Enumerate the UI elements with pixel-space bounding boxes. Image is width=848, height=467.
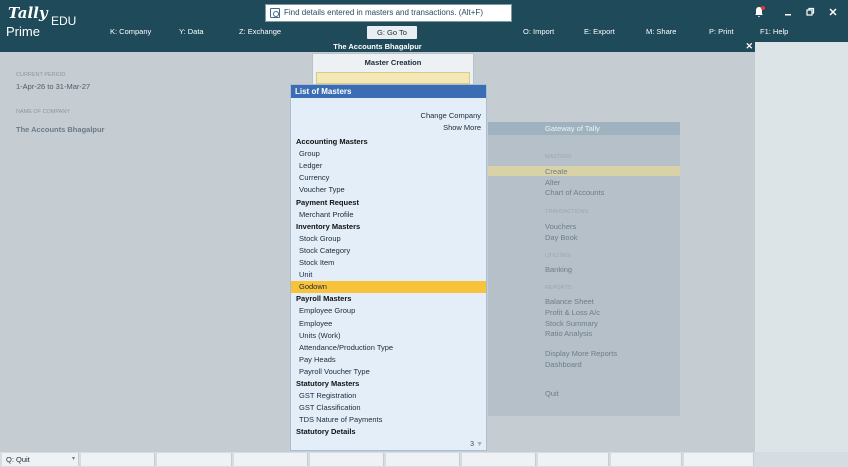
menu-import[interactable]: O: Import [523,27,554,36]
gateway-title: Gateway of Tally [488,122,680,135]
list-of-masters-popup: List of Masters Change Company Show More… [290,84,487,451]
close-icon[interactable] [826,6,840,20]
gateway-highlight [488,166,680,176]
gateway-dashboard[interactable]: Dashboard [545,360,582,369]
gateway-masters-caption: MASTERS [545,154,572,160]
gateway-banking[interactable]: Banking [545,265,572,274]
gateway-of-tally-panel: Gateway of Tally MASTERS Create Alter Ch… [488,122,680,416]
master-creation-title: Master Creation [364,58,422,67]
bottom-bar: Q: Quit ▾ [0,452,848,467]
master-item-stock-category[interactable]: Stock Category [291,245,486,257]
gateway-utilities-caption: UTILITIES [545,253,571,259]
company-title: The Accounts Bhagalpur [333,42,422,51]
scroll-down-icon[interactable]: ▼ [476,441,483,448]
chevron-down-icon: ▾ [71,456,75,462]
master-item-currency[interactable]: Currency [291,172,486,184]
bottom-slot-6 [386,453,460,466]
bottom-slot-7 [462,453,536,466]
gateway-stock-summary[interactable]: Stock Summary [545,319,598,328]
master-item-merchant-profile[interactable]: Merchant Profile [291,209,486,221]
current-period-caption: CURRENT PERIOD [16,72,66,78]
master-item-employee-group[interactable]: Employee Group [291,305,486,317]
menu-goto[interactable]: G: Go To [367,26,417,39]
master-item-stock-item[interactable]: Stock Item [291,257,486,269]
bottom-slot-5 [310,453,384,466]
section-heading-payment-request: Payment Request [296,197,359,207]
gateway-reports-caption: REPORTS [545,285,572,291]
gateway-profit-loss[interactable]: Profit & Loss A/c [545,308,600,317]
master-item-employee[interactable]: Employee [291,318,486,330]
bottom-slot-2 [81,453,155,466]
menu-print[interactable]: P: Print [709,27,734,36]
close-screen-icon[interactable]: ✕ [745,41,753,51]
menu-export[interactable]: E: Export [584,27,615,36]
bell-icon[interactable] [752,6,766,20]
menu-bar: K: Company Y: Data Z: Exchange G: Go To … [0,25,848,41]
master-item-pay-heads[interactable]: Pay Heads [291,354,486,366]
menu-help[interactable]: F1: Help [760,27,788,36]
search-placeholder: Find details entered in masters and tran… [284,8,483,17]
gateway-balance-sheet[interactable]: Balance Sheet [545,297,594,306]
master-item-group[interactable]: Group [291,148,486,160]
menu-company[interactable]: K: Company [110,27,151,36]
quit-label: Q: Quit [6,455,30,464]
gateway-ratio-analysis[interactable]: Ratio Analysis [545,329,592,338]
bottom-slot-9 [611,453,682,466]
gateway-create[interactable]: Create [545,167,568,176]
gateway-transactions-caption: TRANSACTIONS [545,209,589,215]
bottom-slot-8 [538,453,609,466]
master-item-stock-group[interactable]: Stock Group [291,233,486,245]
gateway-chart-of-accounts[interactable]: Chart of Accounts [545,188,604,197]
master-creation-field[interactable] [316,72,470,84]
bottom-slot-4 [234,453,308,466]
gateway-display-more-reports[interactable]: Display More Reports [545,349,617,358]
bottom-slot-3 [157,453,232,466]
search-input[interactable]: Find details entered in masters and tran… [265,4,512,22]
search-icon [270,8,280,18]
menu-data[interactable]: Y: Data [179,27,204,36]
master-item-units-work[interactable]: Units (Work) [291,330,486,342]
section-heading-inventory-masters: Inventory Masters [296,221,361,231]
master-item-voucher-type[interactable]: Voucher Type [291,184,486,196]
section-heading-payroll-masters: Payroll Masters [296,294,352,304]
section-heading-accounting-masters: Accounting Masters [296,137,368,146]
list-of-masters-title: List of Masters [291,85,486,98]
page-indicator: 3 ▼ [470,441,483,448]
gateway-quit[interactable]: Quit [545,389,559,398]
master-item-gst-classification[interactable]: GST Classification [291,402,486,414]
section-heading-statutory-details: Statutory Details [296,427,356,437]
gateway-day-book[interactable]: Day Book [545,233,578,242]
show-more-option[interactable]: Show More [291,122,486,134]
master-item-godown[interactable]: Godown [291,281,486,294]
current-period: 1-Apr-26 to 31-Mar-27 [16,82,91,91]
brand-tally: Tally [8,4,48,22]
page-number: 3 [470,441,475,448]
master-item-tds-nature-of-payments[interactable]: TDS Nature of Payments [291,414,486,426]
gateway-vouchers[interactable]: Vouchers [545,222,576,231]
company-title-bar: The Accounts Bhagalpur ✕ [0,41,755,52]
company-name[interactable]: The Accounts Bhagalpur [16,125,104,134]
menu-exchange[interactable]: Z: Exchange [239,27,281,36]
change-company-option[interactable]: Change Company [291,110,486,122]
menu-share[interactable]: M: Share [646,27,676,36]
right-button-panel [755,42,848,452]
quit-button[interactable]: Q: Quit ▾ [2,453,79,466]
restore-icon[interactable] [803,6,817,20]
master-item-gst-registration[interactable]: GST Registration [291,390,486,402]
master-item-payroll-voucher-type[interactable]: Payroll Voucher Type [291,366,486,378]
company-caption: NAME OF COMPANY [16,109,70,115]
minimize-icon[interactable] [781,6,795,20]
title-bar: Tally Prime EDU Find details entered in … [0,0,848,42]
bottom-slot-10 [684,453,754,466]
master-item-unit[interactable]: Unit [291,269,486,281]
master-item-ledger[interactable]: Ledger [291,160,486,172]
gateway-alter[interactable]: Alter [545,178,560,187]
master-item-attendance-production-type[interactable]: Attendance/Production Type [291,342,486,354]
section-heading-statutory-masters: Statutory Masters [296,379,360,388]
